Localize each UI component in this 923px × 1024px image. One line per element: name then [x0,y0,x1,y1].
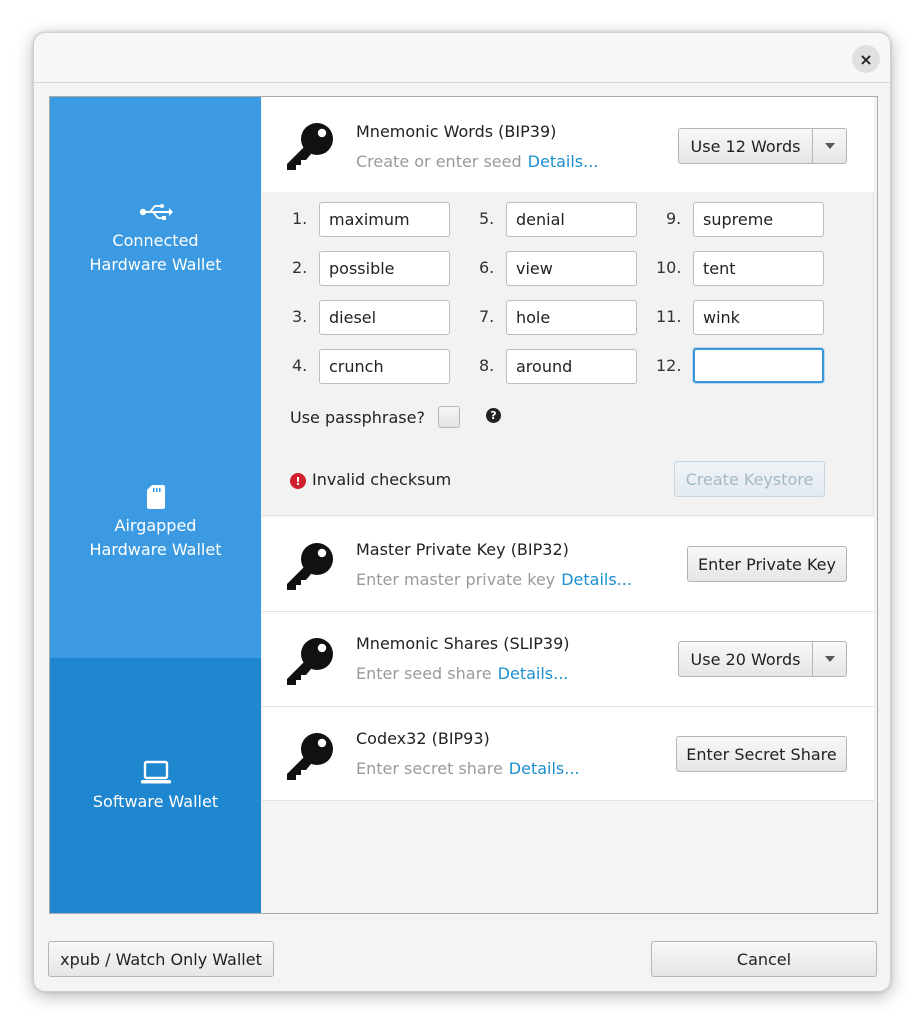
enter-private-key-button[interactable]: Enter Private Key [687,546,847,582]
share-word-count-dropdown[interactable]: Use 20 Words [678,641,847,677]
key-icon [287,543,333,590]
section-subtitle: Enter secret share Details... [356,759,580,778]
word-input-7[interactable]: hole [506,300,637,335]
word-number: 9. [666,209,682,228]
word-number: 7. [479,307,495,326]
passphrase-checkbox[interactable] [438,406,460,428]
details-link[interactable]: Details... [509,759,580,778]
section-title: Master Private Key (BIP32) [356,540,569,559]
wallet-type-sidebar: Connected Hardware Wallet Airgapped Hard… [50,97,261,913]
sidebar-item-label: Connected Hardware Wallet [89,231,222,274]
word-input-2[interactable]: possible [319,251,450,286]
cancel-button[interactable]: Cancel [651,941,877,977]
sidebar-item-connected-hardware[interactable]: Connected Hardware Wallet [50,177,261,297]
word-number: 3. [292,307,308,326]
section-subtitle: Enter master private key Details... [356,570,632,589]
laptop-icon [140,758,172,788]
sidebar-item-label: Software Wallet [92,791,219,811]
usb-icon [139,197,173,227]
section-subtitle: Enter seed share Details... [356,664,568,683]
word-number: 12. [656,356,682,375]
word-number: 6. [479,258,495,277]
chevron-down-icon [812,129,846,163]
close-button[interactable]: × [852,45,880,73]
mnemonic-words-section: Mnemonic Words (BIP39) Create or enter s… [262,97,874,192]
word-input-5[interactable]: denial [506,202,637,237]
word-input-1[interactable]: maximum [319,202,450,237]
master-private-key-section: Master Private Key (BIP32) Enter master … [262,517,874,612]
sidebar-item-software-wallet[interactable]: Software Wallet [50,658,261,913]
create-keystore-button[interactable]: Create Keystore [674,461,825,497]
word-number: 4. [292,356,308,375]
word-input-4[interactable]: crunch [319,349,450,384]
word-number: 11. [656,307,682,326]
word-number: 5. [479,209,495,228]
key-icon [287,123,333,170]
word-input-11[interactable]: wink [693,300,824,335]
sidebar-item-airgapped-hardware[interactable]: Airgapped Hardware Wallet [50,467,261,577]
subtitle-text: Create or enter seed [356,152,522,171]
word-input-12[interactable] [693,348,824,383]
section-subtitle: Create or enter seed Details... [356,152,598,171]
word-input-8[interactable]: around [506,349,637,384]
word-count-dropdown[interactable]: Use 12 Words [678,128,847,164]
section-title: Mnemonic Words (BIP39) [356,122,557,141]
word-number: 8. [479,356,495,375]
word-number: 10. [656,258,682,277]
help-icon[interactable]: ? [486,408,501,423]
codex32-section: Codex32 (BIP93) Enter secret share Detail… [262,707,874,801]
word-count-label: Use 12 Words [690,136,801,156]
details-link[interactable]: Details... [528,152,599,171]
word-number: 1. [292,209,308,228]
chevron-down-icon [812,642,846,676]
subtitle-text: Enter master private key [356,570,556,589]
watch-only-wallet-button[interactable]: xpub / Watch Only Wallet [48,941,274,977]
passphrase-label: Use passphrase? [290,408,425,427]
subtitle-text: Enter secret share [356,759,503,778]
details-link[interactable]: Details... [561,570,632,589]
word-count-label: Use 20 Words [690,649,801,669]
enter-secret-share-button[interactable]: Enter Secret Share [676,736,847,772]
word-input-6[interactable]: view [506,251,637,286]
dialog-body: Connected Hardware Wallet Airgapped Hard… [49,96,878,914]
subtitle-text: Enter seed share [356,664,492,683]
details-link[interactable]: Details... [498,664,569,683]
sidebar-item-label: Airgapped Hardware Wallet [89,516,222,559]
section-title: Mnemonic Shares (SLIP39) [356,634,570,653]
word-input-9[interactable]: supreme [693,202,824,237]
dialog-titlebar: × [34,33,890,83]
word-input-10[interactable]: tent [693,251,824,286]
sd-card-icon [146,482,165,512]
key-icon [287,733,333,780]
word-input-3[interactable]: diesel [319,300,450,335]
key-icon [287,638,333,685]
import-wallet-dialog: × Connected Hardware Wallet Airgapped Ha… [33,32,891,992]
mnemonic-shares-section: Mnemonic Shares (SLIP39) Enter seed shar… [262,612,874,707]
error-message: Invalid checksum [312,470,452,489]
error-icon: ! [290,473,306,489]
close-icon: × [859,49,873,69]
section-title: Codex32 (BIP93) [356,729,490,748]
word-number: 2. [292,258,308,277]
mnemonic-words-grid: 1. maximum 2. possible 3. diesel 4. crun… [262,192,874,516]
keystore-options: Mnemonic Words (BIP39) Create or enter s… [262,97,877,913]
